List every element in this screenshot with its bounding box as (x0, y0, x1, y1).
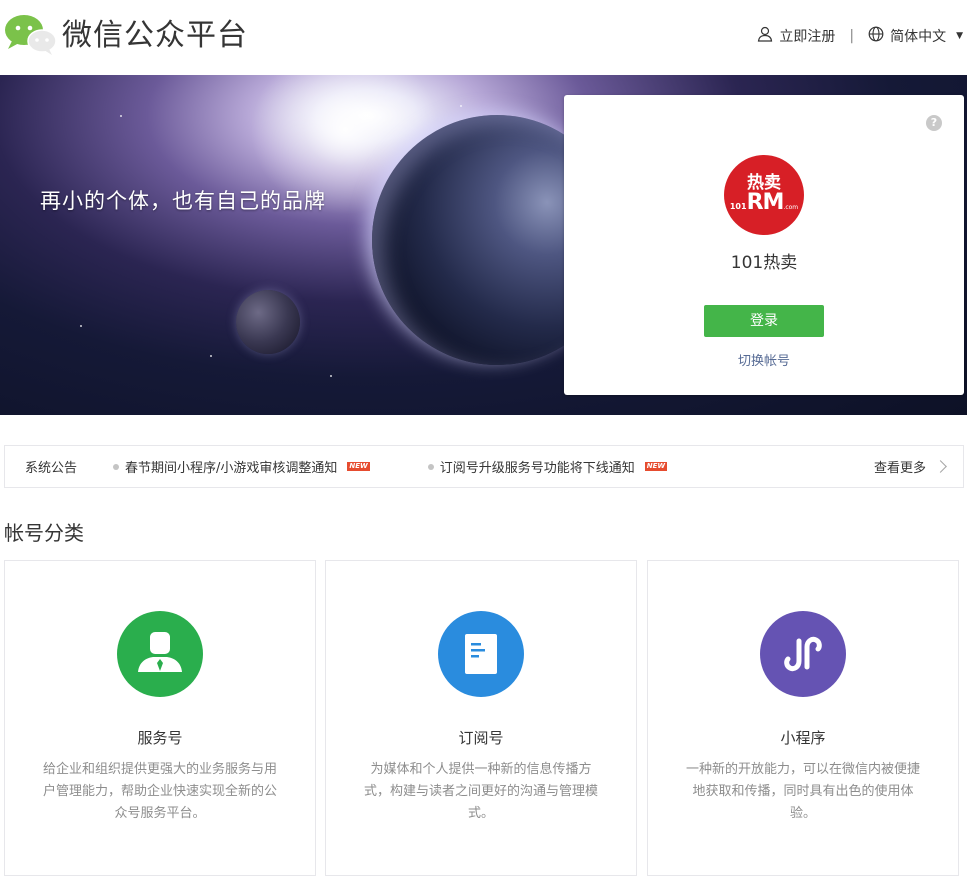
top-header: 微信公众平台 立即注册 | 简体中文 ▼ (0, 0, 967, 75)
card-service-account[interactable]: 服务号 给企业和组织提供更强大的业务服务与用户管理能力，帮助企业快速实现全新的公… (4, 560, 316, 876)
login-card: ? 热卖 101RM.com 101热卖 登录 切换帐号 (564, 95, 964, 395)
notice-item-text: 订阅号升级服务号功能将下线通知 (439, 461, 635, 476)
service-account-icon (117, 611, 203, 697)
banner-slogan: 再小的个体，也有自己的品牌 (40, 189, 326, 213)
star (120, 115, 122, 117)
globe-icon (868, 26, 884, 46)
mini-program-icon (760, 611, 846, 697)
card-description: 一种新的开放能力，可以在微信内被便捷地获取和传播，同时具有出色的使用体验。 (685, 762, 920, 821)
star (210, 355, 212, 357)
avatar-text-rm: RM (746, 190, 785, 215)
account-avatar[interactable]: 热卖 101RM.com (724, 155, 804, 235)
register-link[interactable]: 立即注册 (757, 26, 835, 46)
notice-item[interactable]: 春节期间小程序/小游戏审核调整通知 NEW (113, 457, 370, 476)
avatar-text-num: 101 (729, 202, 747, 211)
hero-banner: 再小的个体，也有自己的品牌 ? 热卖 101RM.com 101热卖 登录 切换… (0, 75, 967, 415)
register-label: 立即注册 (779, 29, 836, 45)
star (460, 105, 462, 107)
bullet-dot (113, 463, 119, 470)
card-description: 给企业和组织提供更强大的业务服务与用户管理能力，帮助企业快速实现全新的公众号服务… (42, 762, 277, 821)
user-icon (757, 26, 773, 46)
wechat-logo-icon[interactable] (4, 12, 57, 56)
notice-item-text: 春节期间小程序/小游戏审核调整通知 (125, 461, 338, 476)
chevron-right-icon (934, 460, 947, 473)
switch-account-link[interactable]: 切换帐号 (564, 350, 964, 369)
brand-title[interactable]: 微信公众平台 (62, 14, 248, 58)
card-name: 服务号 (137, 729, 183, 747)
account-name: 101热卖 (730, 253, 798, 273)
view-more-link[interactable]: 查看更多 (873, 446, 947, 487)
star (330, 375, 332, 377)
header-separator: | (849, 28, 855, 44)
language-select[interactable]: 简体中文 ▼ (868, 26, 963, 46)
notice-item[interactable]: 订阅号升级服务号功能将下线通知 NEW (427, 457, 668, 476)
avatar-text-bottom: 101RM.com (724, 191, 804, 220)
login-button[interactable]: 登录 (704, 305, 824, 337)
language-label: 简体中文 (890, 29, 947, 45)
caret-down-icon: ▼ (956, 31, 963, 41)
new-badge: NEW (644, 462, 668, 471)
subscription-account-icon (438, 611, 524, 697)
header-actions: 立即注册 | 简体中文 ▼ (757, 22, 963, 50)
card-name: 订阅号 (458, 729, 504, 747)
bullet-dot (427, 463, 434, 470)
notice-label: 系统公告 (25, 461, 78, 476)
avatar-text-com: .com (783, 204, 799, 211)
view-more-label: 查看更多 (873, 461, 926, 476)
help-icon[interactable]: ? (926, 115, 942, 131)
card-name: 小程序 (780, 729, 826, 747)
new-badge: NEW (347, 462, 370, 471)
account-type-cards: 服务号 给企业和组织提供更强大的业务服务与用户管理能力，帮助企业快速实现全新的公… (4, 560, 964, 876)
card-description: 为媒体和个人提供一种新的信息传播方式，构建与读者之间更好的沟通与管理模式。 (363, 762, 598, 821)
moon-image (236, 290, 300, 354)
card-subscription-account[interactable]: 订阅号 为媒体和个人提供一种新的信息传播方式，构建与读者之间更好的沟通与管理模式… (325, 560, 637, 876)
section-title: 帐号分类 (4, 521, 84, 545)
system-notice-bar: 系统公告 春节期间小程序/小游戏审核调整通知 NEW 订阅号升级服务号功能将下线… (4, 445, 964, 488)
star (80, 325, 82, 327)
card-mini-program[interactable]: 小程序 一种新的开放能力，可以在微信内被便捷地获取和传播，同时具有出色的使用体验… (647, 560, 959, 876)
